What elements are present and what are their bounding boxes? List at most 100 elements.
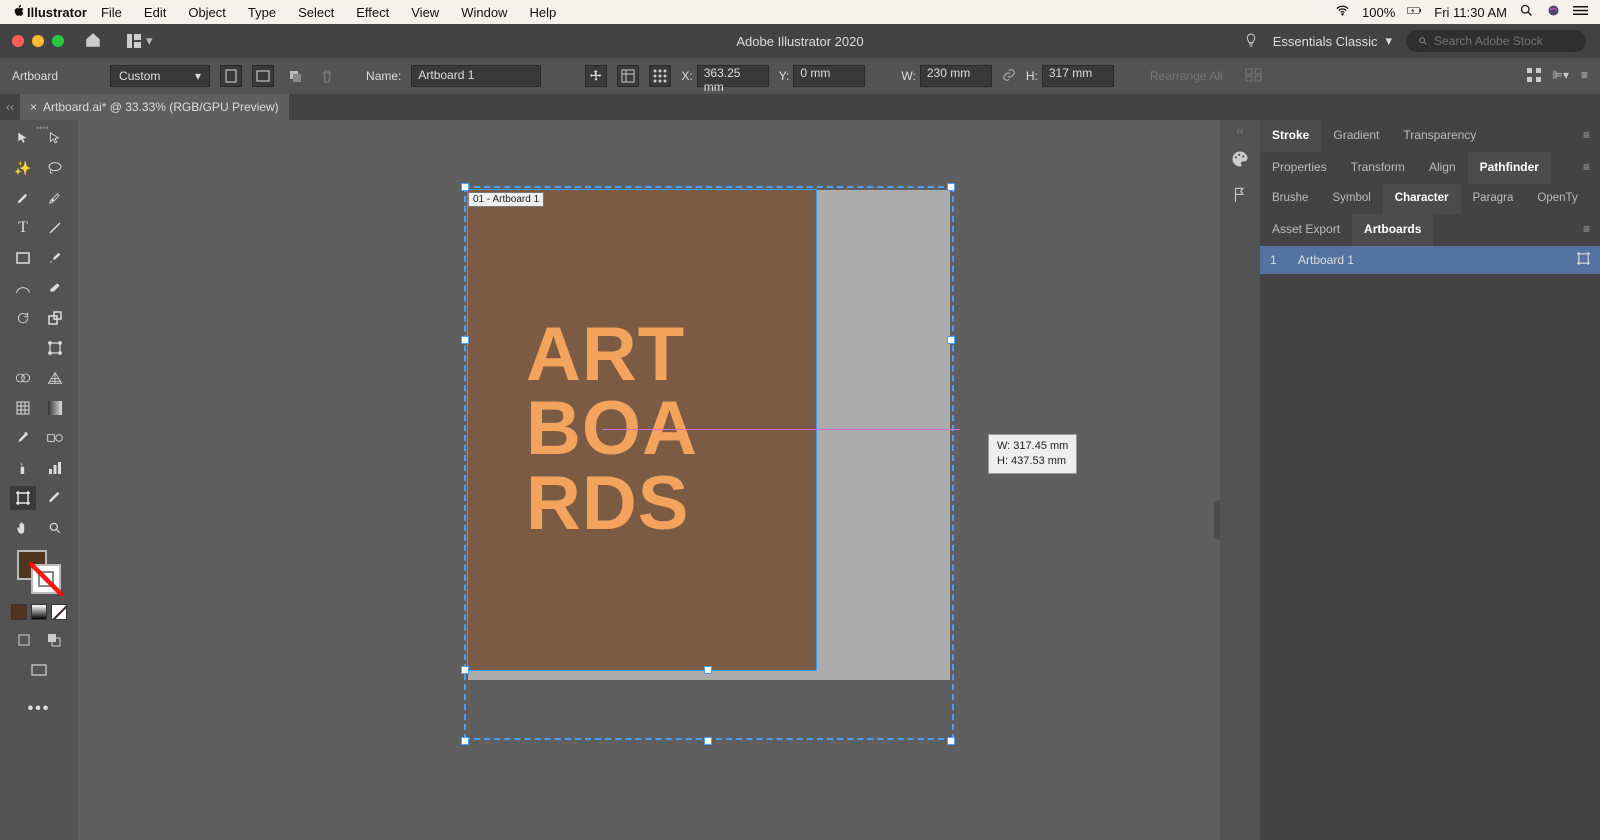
type-tool[interactable]: T <box>10 216 36 240</box>
settings-icon[interactable]: ⊫▾ <box>1553 68 1569 85</box>
menu-object[interactable]: Object <box>188 5 226 20</box>
tab-transparency[interactable]: Transparency <box>1391 120 1488 152</box>
shape-builder-tool[interactable] <box>10 366 36 390</box>
paintbrush-tool[interactable] <box>42 246 68 270</box>
home-icon[interactable] <box>84 31 102 52</box>
menu-select[interactable]: Select <box>298 5 334 20</box>
symbol-sprayer-tool[interactable] <box>10 456 36 480</box>
line-tool[interactable] <box>42 216 68 240</box>
rearrange-button[interactable]: Rearrange All <box>1150 69 1223 83</box>
menu-window[interactable]: Window <box>461 5 507 20</box>
tab-stroke[interactable]: Stroke <box>1260 120 1321 152</box>
link-wh-icon[interactable] <box>1002 68 1016 85</box>
color-swatch[interactable] <box>11 604 27 620</box>
panel-menu-icon[interactable]: ≡ <box>1573 120 1600 152</box>
panel-handle-icon[interactable]: •••• <box>36 123 49 133</box>
siri-icon[interactable] <box>1546 3 1561 21</box>
none-swatch[interactable] <box>51 604 67 620</box>
tab-symbols[interactable]: Symbol <box>1320 184 1382 214</box>
control-center-icon[interactable] <box>1573 3 1588 21</box>
layout-switcher[interactable]: ▾ <box>126 33 153 49</box>
width-tool[interactable] <box>10 336 36 360</box>
tab-properties[interactable]: Properties <box>1260 152 1339 184</box>
draw-behind[interactable] <box>41 628 67 652</box>
collapse-chevron-icon[interactable]: ‹‹ <box>0 100 20 114</box>
tab-paragraph[interactable]: Paragra <box>1461 184 1526 214</box>
preset-dropdown[interactable]: Custom▾ <box>110 65 210 87</box>
tab-align[interactable]: Align <box>1417 152 1468 184</box>
menu-edit[interactable]: Edit <box>144 5 166 20</box>
tab-character[interactable]: Character <box>1383 184 1461 214</box>
delete-artboard-button[interactable] <box>316 65 338 87</box>
color-guide-icon[interactable] <box>1231 186 1249 209</box>
search-stock-input[interactable] <box>1434 34 1574 48</box>
hand-tool[interactable] <box>10 516 36 540</box>
apple-icon[interactable] <box>12 3 27 21</box>
zoom-tool[interactable] <box>42 516 68 540</box>
artboard-tool[interactable] <box>10 486 36 510</box>
artboard-1[interactable]: ART BOA RDS <box>468 190 816 670</box>
resize-handle[interactable] <box>461 737 469 745</box>
tab-pathfinder[interactable]: Pathfinder <box>1468 152 1551 184</box>
canvas[interactable]: ART BOA RDS 01 - Artboard 1 W: 317.45 mm… <box>78 120 1220 840</box>
document-tab[interactable]: × Artboard.ai* @ 33.33% (RGB/GPU Preview… <box>20 94 289 120</box>
lightbulb-icon[interactable] <box>1243 32 1259 51</box>
free-transform-tool[interactable] <box>42 336 68 360</box>
panel-menu-icon[interactable]: ≡ <box>1573 152 1600 184</box>
x-input[interactable]: 363.25 mm <box>697 65 769 87</box>
resize-handle[interactable] <box>461 336 469 344</box>
reference-point-selector[interactable] <box>649 65 671 87</box>
pen-tool[interactable] <box>10 186 36 210</box>
eyedropper-tool[interactable] <box>10 426 36 450</box>
w-input[interactable]: 230 mm <box>920 65 992 87</box>
window-close-button[interactable] <box>12 35 24 47</box>
curvature-tool[interactable] <box>42 186 68 210</box>
clock[interactable]: Fri 11:30 AM <box>1434 5 1507 20</box>
h-input[interactable]: 317 mm <box>1042 65 1114 87</box>
window-zoom-button[interactable] <box>52 35 64 47</box>
menu-view[interactable]: View <box>411 5 439 20</box>
magic-wand-tool[interactable]: ✨ <box>10 156 36 180</box>
new-artboard-button[interactable] <box>284 65 306 87</box>
resize-handle[interactable] <box>947 336 955 344</box>
stroke-swatch[interactable] <box>31 564 61 594</box>
more-tools-button[interactable]: ••• <box>28 700 51 718</box>
panel-menu-icon[interactable]: ≡ <box>1573 214 1600 246</box>
blend-tool[interactable] <box>42 426 68 450</box>
lasso-tool[interactable] <box>42 156 68 180</box>
move-artwork-toggle[interactable] <box>585 65 607 87</box>
color-panel-icon[interactable] <box>1230 149 1250 174</box>
y-input[interactable]: 0 mm <box>793 65 865 87</box>
orientation-portrait-button[interactable] <box>220 65 242 87</box>
fill-stroke-control[interactable] <box>17 550 61 594</box>
wifi-icon[interactable] <box>1335 3 1350 21</box>
slice-tool[interactable] <box>42 486 68 510</box>
rectangle-tool[interactable] <box>10 246 36 270</box>
app-name[interactable]: Illustrator <box>27 5 87 20</box>
menu-icon[interactable]: ≡ <box>1581 68 1588 85</box>
tab-asset-export[interactable]: Asset Export <box>1260 214 1352 246</box>
graph-tool[interactable] <box>42 456 68 480</box>
spotlight-icon[interactable] <box>1519 3 1534 21</box>
screen-mode-button[interactable] <box>26 658 52 682</box>
tab-artboards[interactable]: Artboards <box>1352 214 1433 246</box>
artboard-options-icon[interactable] <box>1577 252 1590 268</box>
gradient-swatch[interactable] <box>31 604 47 620</box>
mesh-tool[interactable] <box>10 396 36 420</box>
battery-icon[interactable] <box>1407 3 1422 21</box>
draw-normal[interactable] <box>11 628 37 652</box>
resize-handle[interactable] <box>704 737 712 745</box>
tab-gradient[interactable]: Gradient <box>1321 120 1391 152</box>
scale-tool[interactable] <box>42 306 68 330</box>
shaper-tool[interactable] <box>10 276 36 300</box>
resize-handle[interactable] <box>461 183 469 191</box>
grid-icon[interactable] <box>1527 68 1541 85</box>
perspective-tool[interactable] <box>42 366 68 390</box>
tab-swatches[interactable]: Swatche <box>1590 184 1600 214</box>
artboard-list-item[interactable]: 1 Artboard 1 <box>1260 246 1600 274</box>
menu-effect[interactable]: Effect <box>356 5 389 20</box>
tab-brushes[interactable]: Brushe <box>1260 184 1320 214</box>
resize-handle[interactable] <box>704 666 712 674</box>
selection-tool[interactable] <box>10 126 36 150</box>
orientation-landscape-button[interactable] <box>252 65 274 87</box>
